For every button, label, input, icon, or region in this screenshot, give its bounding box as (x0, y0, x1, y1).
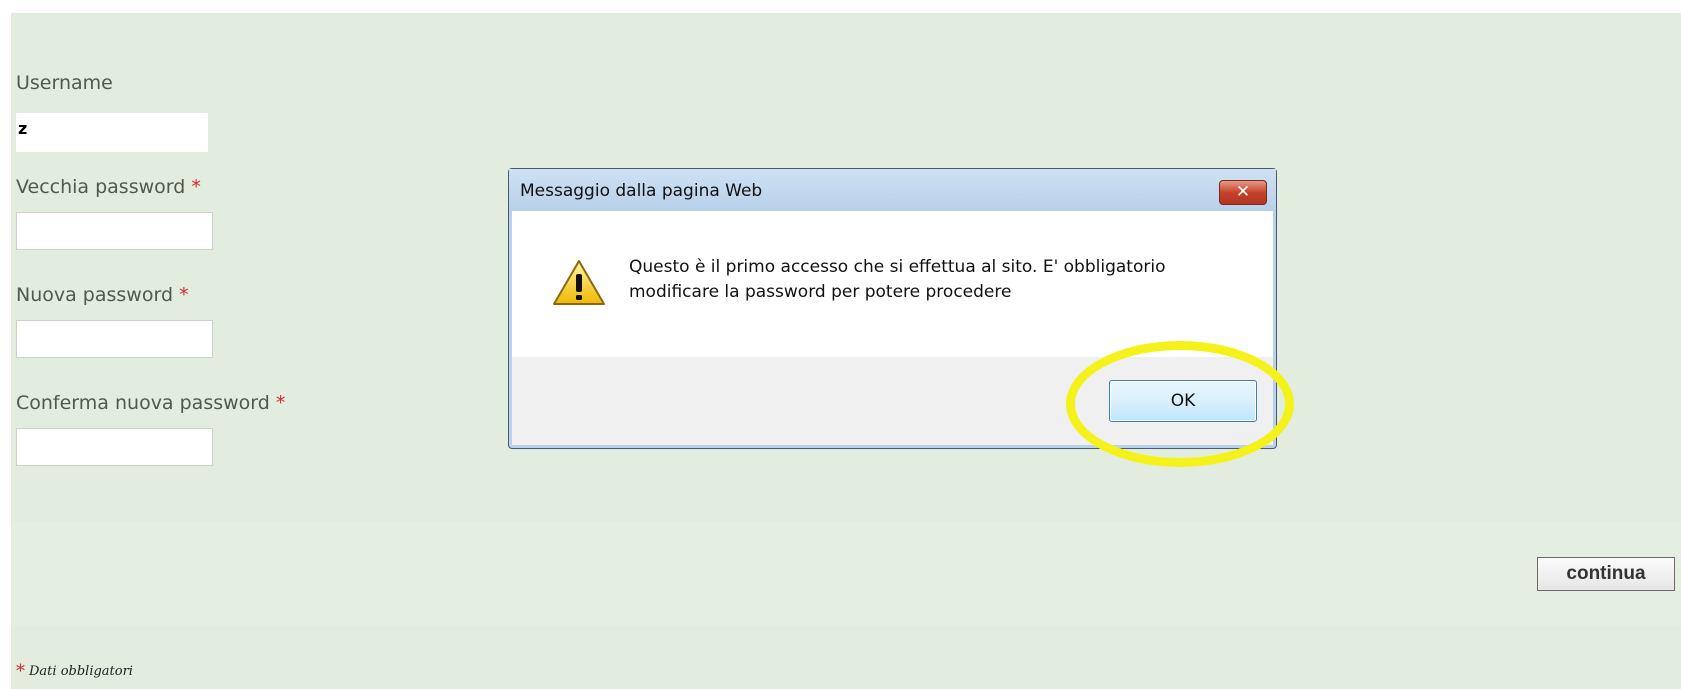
required-marker: * (275, 392, 286, 414)
required-marker: * (191, 176, 201, 198)
dialog-title: Messaggio dalla pagina Web (520, 181, 763, 201)
new-password-label: Nuova password * (16, 284, 189, 306)
new-password-input[interactable] (16, 320, 213, 358)
close-icon: ✕ (1235, 182, 1251, 202)
footnote-text: Dati obbligatori (29, 664, 133, 679)
highlight-circle (1066, 341, 1294, 467)
required-marker: * (16, 661, 25, 682)
confirm-password-label: Conferma nuova password * (16, 392, 285, 414)
new-password-label-text: Nuova password (16, 284, 174, 306)
old-password-label-text: Vecchia password (16, 176, 186, 198)
dialog-titlebar: Messaggio dalla pagina Web ✕ (509, 169, 1276, 211)
dialog-body: Questo è il primo accesso che si effettu… (512, 211, 1273, 357)
username-label: Username (16, 72, 113, 94)
continue-button[interactable]: continua (1537, 557, 1675, 591)
close-button[interactable]: ✕ (1219, 180, 1267, 205)
form-actions-row (11, 522, 1681, 626)
old-password-input[interactable] (16, 212, 213, 250)
old-password-label: Vecchia password * (16, 176, 201, 198)
username-value: z (16, 113, 208, 152)
dialog-message: Questo è il primo accesso che si effettu… (629, 257, 1166, 302)
warning-icon (552, 258, 606, 312)
required-footnote: * Dati obbligatori (16, 661, 133, 682)
confirm-password-label-text: Conferma nuova password (16, 392, 270, 414)
required-marker: * (179, 284, 189, 306)
confirm-password-input[interactable] (16, 428, 213, 466)
